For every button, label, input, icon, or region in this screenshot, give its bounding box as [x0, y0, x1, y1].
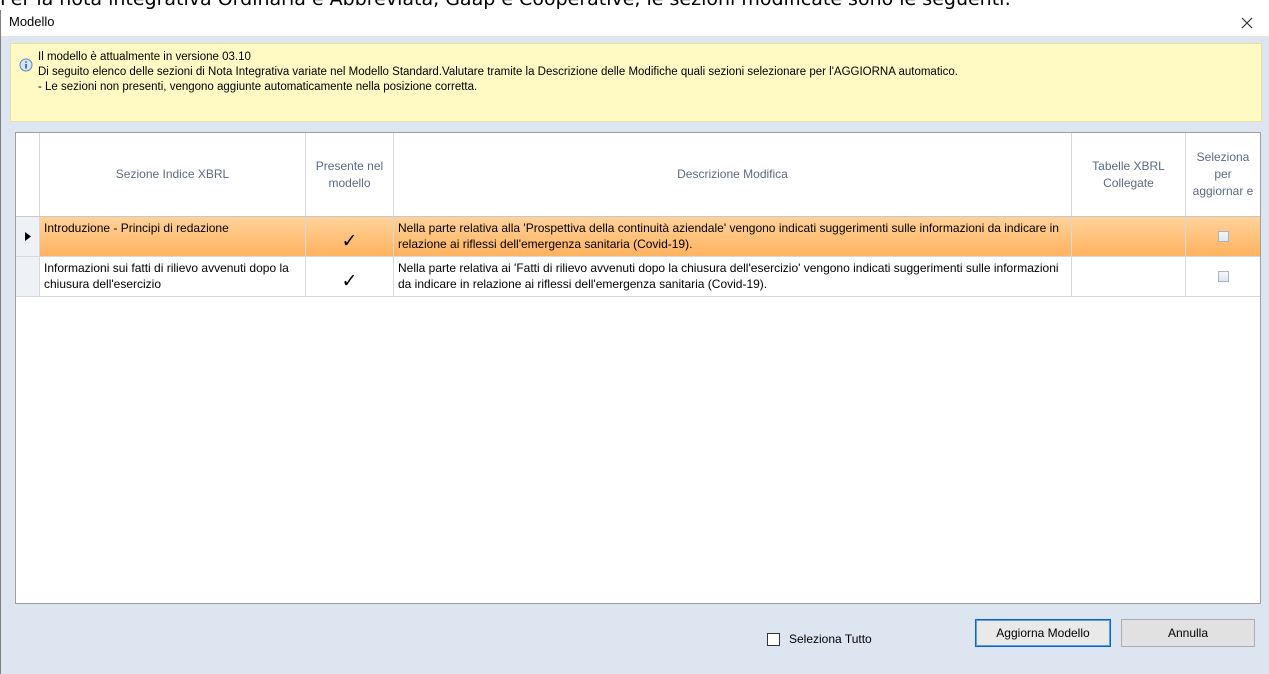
sections-grid: Sezione Indice XBRL Presente nel modello… [15, 132, 1261, 604]
cell-tabelle [1072, 217, 1186, 256]
header-tabelle[interactable]: Tabelle XBRL Collegate [1072, 133, 1186, 216]
update-model-button[interactable]: Aggiorna Modello [975, 619, 1111, 647]
header-presente[interactable]: Presente nel modello [306, 133, 394, 216]
row-indicator [16, 217, 40, 256]
title-bar: Modello [1, 10, 1269, 37]
cell-descrizione: Nella parte relativa ai 'Fatti di riliev… [394, 257, 1072, 296]
select-all[interactable]: Seleziona Tutto [767, 632, 872, 646]
close-icon [1241, 17, 1253, 29]
header-descrizione[interactable]: Descrizione Modifica [394, 133, 1072, 216]
cell-sezione: Informazioni sui fatti di rilievo avvenu… [40, 257, 306, 296]
header-sezione[interactable]: Sezione Indice XBRL [40, 133, 306, 216]
check-icon: ✓ [306, 257, 394, 296]
row-pointer-icon [24, 232, 31, 241]
table-row[interactable]: Informazioni sui fatti di rilievo avvenu… [16, 257, 1260, 297]
modello-dialog: Modello Il modello è attualmente in vers… [0, 10, 1269, 674]
select-all-label: Seleziona Tutto [789, 632, 872, 646]
row-select-checkbox[interactable] [1217, 231, 1229, 242]
select-all-checkbox[interactable] [767, 632, 780, 646]
cell-sezione: Introduzione - Principi di redazione [40, 217, 306, 256]
window-title: Modello [9, 14, 55, 29]
cancel-button[interactable]: Annulla [1121, 619, 1255, 647]
info-text: Il modello è attualmente in versione 03.… [38, 50, 958, 95]
info-line-note: - Le sezioni non presenti, vengono aggiu… [38, 81, 478, 93]
table-row[interactable]: Introduzione - Principi di redazione ✓ N… [16, 217, 1260, 257]
cell-tabelle [1072, 257, 1186, 296]
close-button[interactable] [1225, 10, 1269, 36]
info-line-description: Di seguito elenco delle sezioni di Nota … [38, 66, 958, 78]
grid-header: Sezione Indice XBRL Presente nel modello… [16, 133, 1260, 217]
cell-seleziona [1186, 257, 1260, 296]
cell-descrizione: Nella parte relativa alla 'Prospettiva d… [394, 217, 1072, 256]
info-line-version: Il modello è attualmente in versione 03.… [38, 51, 251, 63]
cell-seleziona [1186, 217, 1260, 256]
header-seleziona[interactable]: Seleziona per aggiornar e [1186, 133, 1260, 216]
check-icon: ✓ [306, 217, 394, 256]
info-icon [19, 58, 33, 72]
row-indicator [16, 257, 40, 296]
info-panel: Il modello è attualmente in versione 03.… [10, 43, 1262, 122]
header-indicator [16, 133, 40, 216]
row-select-checkbox[interactable] [1217, 271, 1229, 282]
